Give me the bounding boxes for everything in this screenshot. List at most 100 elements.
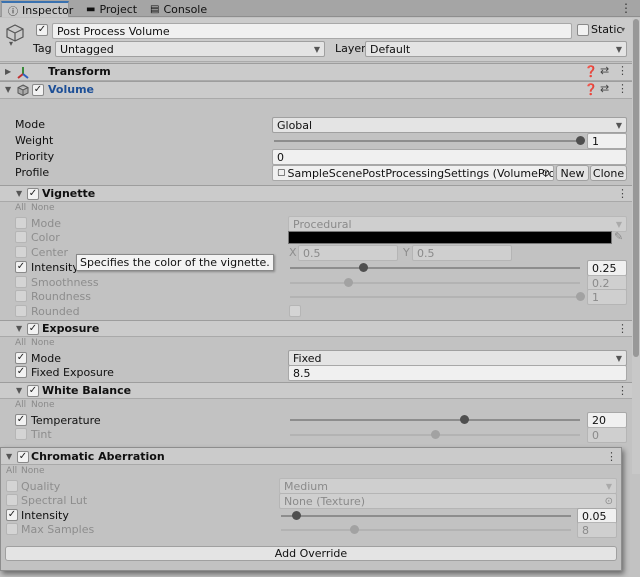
slider-knob[interactable]	[358, 263, 368, 272]
slider-knob[interactable]	[349, 525, 359, 534]
vignette-color-swatch[interactable]	[288, 231, 612, 244]
max-samples-slider[interactable]	[281, 525, 571, 534]
vignette-rounded-override-checkbox[interactable]	[15, 305, 27, 317]
exposure-mode-dropdown[interactable]: Fixed ▼	[288, 350, 627, 366]
exposure-mode-override-checkbox[interactable]: ✓	[15, 352, 27, 364]
white-balance-fold-icon[interactable]: ▼	[16, 386, 22, 395]
vignette-fold-icon[interactable]: ▼	[16, 189, 22, 198]
vignette-all-link[interactable]: All	[15, 203, 26, 213]
vignette-center-y-field[interactable]: 0.5	[412, 245, 512, 261]
max-samples-field[interactable]: 8	[577, 522, 617, 538]
vignette-rounded-checkbox[interactable]	[289, 305, 301, 317]
tab-inspector[interactable]: ⓘ Inspector	[1, 1, 73, 18]
slider-knob[interactable]	[431, 430, 440, 439]
tab-console[interactable]: ▤ Console	[144, 1, 213, 17]
eyedropper-icon[interactable]: ✎	[614, 230, 623, 243]
vignette-color-override-checkbox[interactable]	[15, 231, 27, 243]
tag-dropdown[interactable]: Untagged ▼	[55, 41, 325, 57]
exposure-fold-icon[interactable]: ▼	[16, 324, 22, 333]
vignette-roundness-override-checkbox[interactable]	[15, 290, 27, 302]
icon-dropdown-chevron-icon[interactable]: ▾	[9, 39, 13, 48]
help-icon[interactable]: ❓	[584, 65, 598, 78]
vignette-smoothness-slider[interactable]	[290, 278, 580, 287]
gameobject-active-checkbox[interactable]: ✓	[36, 24, 48, 36]
slider-knob[interactable]	[344, 278, 353, 287]
vignette-roundness-slider[interactable]	[290, 292, 585, 301]
temperature-field[interactable]: 20	[587, 412, 627, 428]
chromatic-intensity-slider[interactable]	[281, 511, 571, 520]
vignette-roundness-field[interactable]: 1	[587, 289, 627, 305]
chromatic-intensity-override-checkbox[interactable]: ✓	[6, 509, 18, 521]
chromatic-none-link[interactable]: None	[21, 466, 44, 476]
object-picker-icon[interactable]: ⊙	[605, 496, 613, 507]
vignette-none-link[interactable]: None	[31, 203, 54, 213]
priority-field[interactable]: 0	[272, 149, 627, 165]
vignette-smoothness-override-checkbox[interactable]	[15, 276, 27, 288]
spectral-lut-field[interactable]: None (Texture) ⊙	[279, 493, 617, 509]
add-override-button[interactable]: Add Override	[5, 546, 617, 561]
max-samples-override-checkbox[interactable]	[6, 523, 18, 535]
scrollbar-thumb[interactable]	[633, 19, 639, 357]
volume-fold-icon[interactable]: ▼	[5, 85, 11, 94]
profile-asset-icon: ▢	[277, 168, 286, 178]
weight-field[interactable]: 1	[587, 133, 627, 149]
exposure-fixed-field[interactable]: 8.5	[288, 365, 627, 381]
white-balance-enabled-checkbox[interactable]: ✓	[27, 385, 39, 397]
tab-menu-icon[interactable]: ⋮	[620, 1, 632, 15]
exposure-all-link[interactable]: All	[15, 338, 26, 348]
new-profile-button[interactable]: New	[556, 165, 589, 181]
transform-fold-icon[interactable]: ▶	[5, 67, 11, 76]
quality-dropdown[interactable]: Medium ▼	[279, 478, 617, 494]
tint-slider[interactable]	[290, 430, 580, 439]
chromatic-all-link[interactable]: All	[6, 466, 17, 476]
static-checkbox[interactable]	[577, 24, 589, 36]
preset-icon[interactable]: ⇄	[600, 64, 609, 77]
white-balance-none-link[interactable]: None	[31, 400, 54, 410]
vignette-enabled-checkbox[interactable]: ✓	[27, 188, 39, 200]
tab-project[interactable]: ▬ Project	[80, 1, 143, 17]
weight-slider-knob[interactable]	[576, 136, 585, 145]
vignette-intensity-override-checkbox[interactable]: ✓	[15, 261, 27, 273]
volume-header[interactable]	[0, 81, 632, 99]
spectral-lut-override-checkbox[interactable]	[6, 494, 18, 506]
volume-mode-dropdown[interactable]: Global ▼	[272, 117, 627, 133]
exposure-enabled-checkbox[interactable]: ✓	[27, 323, 39, 335]
white-balance-all-link[interactable]: All	[15, 400, 26, 410]
vignette-intensity-field[interactable]: 0.25	[587, 260, 627, 276]
vignette-intensity-slider[interactable]	[290, 263, 580, 272]
tint-override-checkbox[interactable]	[15, 428, 27, 440]
component-menu-icon[interactable]: ⋮	[617, 64, 628, 77]
volume-enabled-checkbox[interactable]: ✓	[32, 84, 44, 96]
chromatic-aberration-fold-icon[interactable]: ▼	[6, 452, 12, 461]
slider-knob[interactable]	[291, 511, 301, 520]
slider-knob[interactable]	[460, 415, 469, 424]
slider-knob[interactable]	[576, 292, 585, 301]
vignette-center-x-field[interactable]: 0.5	[298, 245, 398, 261]
exposure-none-link[interactable]: None	[31, 338, 54, 348]
object-picker-icon[interactable]: ⊙	[542, 168, 550, 179]
exposure-menu-icon[interactable]: ⋮	[617, 322, 628, 335]
weight-slider[interactable]	[274, 136, 585, 145]
slider-track	[281, 515, 571, 517]
temperature-slider[interactable]	[290, 415, 580, 424]
temperature-override-checkbox[interactable]: ✓	[15, 414, 27, 426]
exposure-fixed-override-checkbox[interactable]: ✓	[15, 366, 27, 378]
preset-icon[interactable]: ⇄	[600, 82, 609, 95]
help-icon[interactable]: ❓	[584, 83, 598, 96]
gameobject-name-field[interactable]: Post Process Volume	[52, 23, 572, 39]
chromatic-aberration-menu-icon[interactable]: ⋮	[606, 450, 617, 463]
profile-object-field[interactable]: ▢ SampleScenePostProcessingSettings (Vol…	[272, 165, 554, 181]
transform-title: Transform	[48, 65, 111, 78]
vignette-mode-dropdown[interactable]: Procedural ▼	[288, 216, 627, 232]
vignette-mode-override-checkbox[interactable]	[15, 217, 27, 229]
static-dropdown-icon[interactable]: ▾	[621, 25, 625, 34]
component-menu-icon[interactable]: ⋮	[617, 82, 628, 95]
vignette-menu-icon[interactable]: ⋮	[617, 187, 628, 200]
vignette-center-override-checkbox[interactable]	[15, 246, 27, 258]
tint-field[interactable]: 0	[587, 427, 627, 443]
clone-profile-button[interactable]: Clone	[590, 165, 627, 181]
quality-override-checkbox[interactable]	[6, 480, 18, 492]
chromatic-aberration-enabled-checkbox[interactable]: ✓	[17, 451, 29, 463]
white-balance-menu-icon[interactable]: ⋮	[617, 384, 628, 397]
layer-dropdown[interactable]: Default ▼	[365, 41, 627, 57]
